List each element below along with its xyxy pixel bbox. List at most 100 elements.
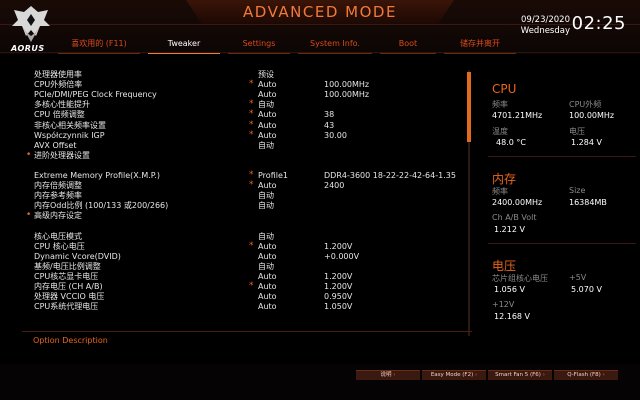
p12v-value: 12.168 V: [494, 312, 531, 321]
smart-fan-label: Smart Fan 5 (F6): [495, 372, 541, 378]
voltage-section-title: 电压: [492, 259, 517, 273]
setting-value[interactable]: 自动: [258, 262, 274, 272]
setting-current-value: 100.00MHz: [324, 90, 370, 100]
tab-label: Boot: [398, 39, 418, 48]
memory-section-title: 内存: [492, 172, 517, 186]
setting-label: CPU 核心电压: [34, 241, 85, 251]
cpu-bclk-value: 100.00MHz: [569, 111, 615, 120]
arrow-icon: ›: [542, 372, 545, 378]
setting-current-value: DDR4-3600 18-22-22-42-64-1.35: [324, 171, 456, 180]
changed-marker-icon: *: [249, 99, 254, 110]
mem-volt-label: Ch A/B Volt: [492, 213, 537, 222]
setting-label: 基频/电压比例调整: [34, 261, 101, 271]
setting-current-value: 30.00: [324, 130, 347, 140]
setting-value[interactable]: 预设: [258, 70, 274, 80]
tab-save-exit[interactable]: 储存并离开: [440, 38, 520, 54]
setting-value[interactable]: 自动: [258, 191, 274, 201]
changed-marker-icon: *: [249, 79, 254, 90]
cpu-temp-label: 温度: [492, 127, 508, 136]
setting-value[interactable]: Auto: [258, 242, 277, 252]
setting-label: AVX Offset: [34, 140, 77, 150]
help-button[interactable]: 说明 ›: [356, 370, 420, 380]
cpu-section-title: CPU: [492, 82, 517, 96]
weekday-label: Wednesday: [520, 26, 570, 36]
setting-current-value: 2400: [324, 181, 345, 191]
setting-label: CPU系统代理电压: [34, 302, 99, 312]
setting-label: 处理器 VCCIO 电压: [34, 292, 105, 302]
setting-label: CPU 倍频调整: [34, 110, 85, 120]
cpu-temp-value: 48.0 °C: [496, 138, 526, 147]
main-tabs: 喜欢用的 (F11) Tweaker Settings System Info.…: [54, 38, 520, 54]
setting-label: CPU外频倍率: [34, 80, 83, 90]
setting-value[interactable]: Auto: [258, 90, 277, 100]
tab-favorites[interactable]: 喜欢用的 (F11): [54, 38, 144, 54]
setting-current-value: 1.200V: [324, 241, 353, 251]
setting-value[interactable]: Auto: [258, 181, 277, 191]
setting-value[interactable]: Auto: [258, 110, 277, 120]
option-description-label: Option Description: [33, 336, 108, 345]
submenu-bullet-icon: •: [26, 210, 32, 221]
arrow-icon: ›: [474, 372, 478, 378]
cpu-freq-value: 4701.21MHz: [492, 111, 543, 120]
qflash-button[interactable]: Q-Flash (F8) ›: [554, 370, 618, 380]
changed-marker-icon: *: [249, 119, 254, 130]
mem-freq-label: 频率: [492, 187, 508, 196]
setting-label: 内存Odd比例 (100/133 或200/266): [34, 201, 169, 211]
setting-label: 高级内存设定: [34, 211, 82, 221]
p5v-value: 5.070 V: [571, 285, 602, 294]
tab-boot[interactable]: Boot: [376, 38, 440, 54]
setting-value[interactable]: 自动: [258, 100, 274, 110]
tab-label: 储存并离开: [460, 39, 500, 48]
tab-label: Settings: [242, 39, 276, 48]
setting-value[interactable]: Profile1: [258, 171, 288, 181]
setting-label: 内存倍频调整: [34, 181, 82, 191]
setting-value[interactable]: Auto: [258, 80, 277, 90]
setting-current-value: 100.00MHz: [324, 80, 370, 90]
setting-label: 进阶处理器设置: [34, 150, 90, 160]
date-label: 09/23/2020: [521, 15, 570, 25]
mem-size-label: Size: [569, 186, 586, 195]
setting-label: 核心电压模式: [34, 231, 82, 241]
mem-size-value: 16384MB: [569, 198, 607, 207]
tab-settings[interactable]: Settings: [224, 38, 294, 54]
setting-label: 多核心性能提升: [34, 100, 90, 110]
setting-value[interactable]: Auto: [258, 272, 277, 282]
setting-value[interactable]: Auto: [258, 252, 277, 262]
setting-value[interactable]: Auto: [258, 302, 277, 312]
qflash-label: Q-Flash (F8): [567, 372, 601, 378]
changed-marker-icon: *: [249, 129, 254, 140]
changed-marker-icon: *: [249, 240, 254, 251]
setting-value[interactable]: Auto: [258, 131, 277, 141]
setting-label: PCIe/DMI/PEG Clock Frequency: [34, 90, 157, 100]
help-button-label: 说明: [380, 372, 392, 378]
easy-mode-button[interactable]: Easy Mode (F2) ›: [422, 370, 486, 380]
setting-value[interactable]: 自动: [258, 201, 274, 211]
setting-label: 处理器使用率: [34, 70, 82, 79]
pch-volt-label: 芯片组核心电压: [492, 274, 548, 283]
cpu-freq-label: 频率: [492, 100, 508, 109]
easy-mode-label: Easy Mode (F2): [430, 372, 474, 378]
setting-current-value: 38: [324, 110, 335, 120]
section-divider: [488, 243, 636, 244]
tab-tweaker[interactable]: Tweaker: [144, 38, 224, 54]
changed-marker-icon: *: [249, 109, 254, 120]
mode-title: ADVANCED MODE: [243, 3, 397, 21]
setting-value[interactable]: Auto: [258, 282, 277, 292]
hardware-monitor: CPU 频率 4701.21MHz CPU外频 100.00MHz 温度 48.…: [478, 62, 640, 340]
setting-value[interactable]: Auto: [258, 292, 277, 302]
mem-freq-value: 2400.00MHz: [492, 198, 543, 207]
setting-label: Extreme Memory Profile(X.M.P.): [34, 171, 161, 180]
setting-value[interactable]: 自动: [258, 232, 274, 242]
tab-label: System Info.: [310, 39, 360, 48]
setting-value[interactable]: Auto: [258, 121, 277, 131]
scrollbar-thumb[interactable]: [467, 72, 471, 142]
p5v-label: +5V: [569, 273, 587, 282]
setting-current-value: 1.200V: [324, 282, 353, 292]
smart-fan-button[interactable]: Smart Fan 5 (F6) ›: [488, 370, 552, 380]
cpu-volt-label: 电压: [569, 127, 585, 136]
tab-system-info[interactable]: System Info.: [294, 38, 376, 54]
p12v-label: +12V: [492, 300, 515, 309]
setting-value[interactable]: 自动: [258, 141, 274, 151]
changed-marker-icon: *: [249, 170, 254, 180]
changed-marker-icon: *: [249, 180, 254, 191]
